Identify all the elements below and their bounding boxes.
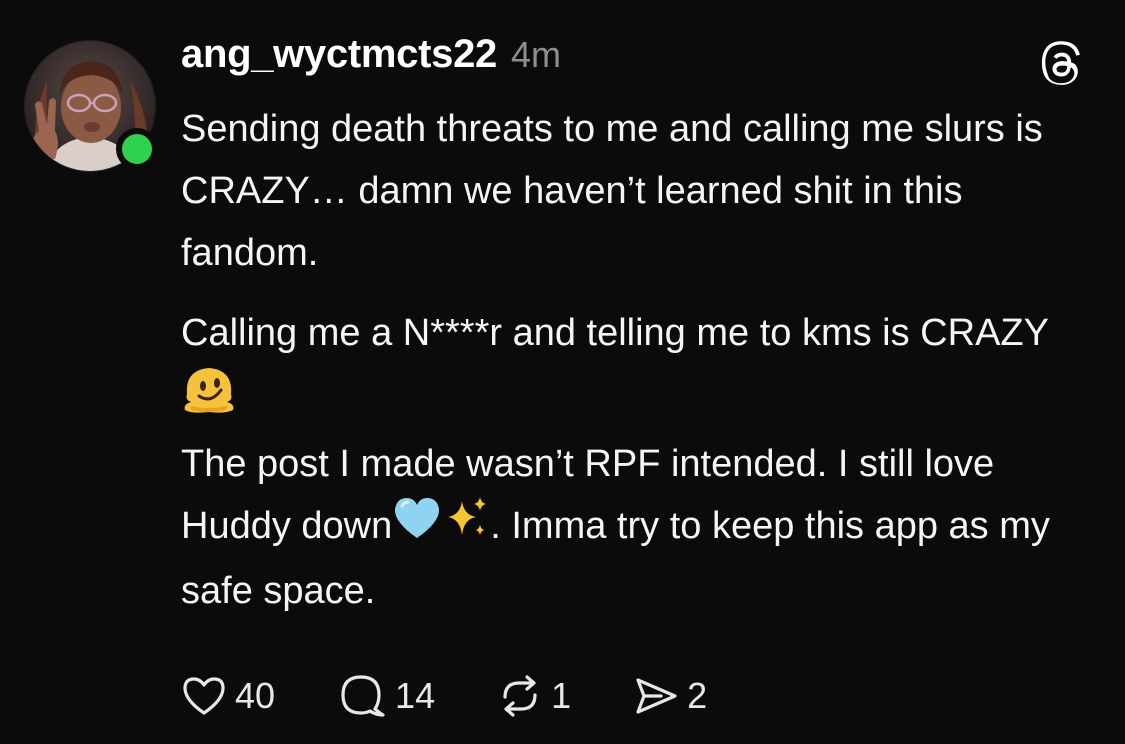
light-blue-heart-emoji — [392, 496, 442, 559]
repost-button[interactable]: 1 — [497, 675, 571, 717]
post-text: Calling me a N****r and telling me to km… — [181, 312, 1049, 354]
repost-count: 1 — [551, 675, 572, 716]
avatar-container[interactable] — [24, 40, 158, 172]
share-button[interactable]: 2 — [633, 675, 707, 717]
repost-icon — [497, 675, 543, 717]
sparkles-emoji — [442, 495, 490, 560]
post-paragraph: The post I made wasn’t RPF intended. I s… — [181, 433, 1081, 622]
threads-logo-icon[interactable] — [1039, 40, 1087, 88]
comment-button[interactable]: 14 — [337, 673, 435, 719]
send-icon — [633, 675, 679, 717]
username[interactable]: ang_wyctmcts22 — [181, 32, 497, 77]
comment-bubble-icon — [337, 673, 387, 719]
like-button[interactable]: 40 — [181, 675, 275, 717]
post-body: Sending death threats to me and calling … — [181, 98, 1081, 622]
comment-count: 14 — [395, 675, 436, 716]
heart-icon — [181, 675, 227, 717]
threads-post: ang_wyctmcts22 4m Sending death threats … — [0, 0, 1125, 744]
post-header: ang_wyctmcts22 4m — [181, 32, 561, 88]
share-count: 2 — [687, 675, 708, 716]
post-paragraph: Sending death threats to me and calling … — [181, 108, 1043, 274]
post-actions: 40 14 1 2 — [181, 668, 769, 724]
post-time: 4m — [510, 34, 561, 75]
melting-face-emoji — [181, 364, 237, 433]
post-paragraph: Calling me a N****r and telling me to km… — [181, 302, 1081, 433]
online-status-dot — [116, 128, 158, 170]
like-count: 40 — [235, 675, 276, 716]
